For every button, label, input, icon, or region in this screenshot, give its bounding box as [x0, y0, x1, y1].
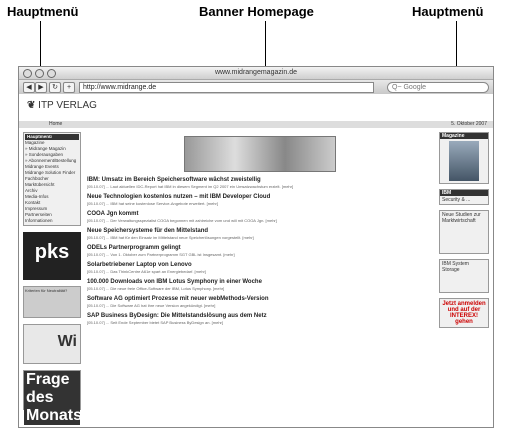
homepage-banner[interactable]	[184, 136, 336, 172]
right-nav-label: Neue Studien zur Marktwirtschaft	[442, 212, 481, 224]
poll-heading: Frage des Monats	[24, 371, 82, 425]
news-teaser: [05.10.07] ... Das ThinkCentre A61e spar…	[87, 269, 206, 274]
main-menu: Hauptmenü Magazine » Midrange Magazin » …	[23, 132, 81, 226]
news-title[interactable]: COOA Jgn kommt	[87, 211, 433, 217]
current-date: 5. Oktober 2007	[451, 121, 487, 127]
news-teaser: [05.10.07] ... Der Verwaltungsspezialist…	[87, 218, 277, 223]
date-bar: Home 5. Oktober 2007	[19, 121, 493, 128]
pks-ad[interactable]: pks	[23, 232, 81, 280]
callout-hauptmenu-left: Hauptmenü	[7, 4, 79, 19]
breadcrumb[interactable]: Home	[49, 121, 62, 127]
add-bookmark-button[interactable]: +	[63, 82, 75, 93]
magazine-box: Magazine	[439, 132, 489, 184]
news-title[interactable]: SAP Business ByDesign: Die Mittelstandsl…	[87, 313, 433, 319]
callout-hauptmenu-right: Hauptmenü	[412, 4, 484, 19]
right-nav-label: IBM System Storage	[442, 261, 469, 273]
window-title: www.midrangemagazin.de	[214, 69, 298, 76]
news-title[interactable]: 100.000 Downloads von IBM Lotus Symphony…	[87, 279, 433, 285]
logo-text: ITP VERLAG	[38, 100, 97, 111]
news-item: ODELs Partnerprogramm gelingt [05.10.07]…	[87, 245, 433, 257]
news-teaser: [05.10.07] ... Seit Ende September biete…	[87, 320, 224, 325]
news-item: Neue Speichersysteme für den Mittelstand…	[87, 228, 433, 240]
title-bar: www.midrangemagazin.de	[19, 67, 493, 80]
right-nav-label: Security & ...	[442, 197, 471, 203]
news-title[interactable]: ODELs Partnerprogramm gelingt	[87, 245, 433, 251]
news-teaser: [05.10.07] ... Laut aktuellen IDC-Report…	[87, 184, 294, 189]
news-item: SAP Business ByDesign: Die Mittelstandsl…	[87, 313, 433, 325]
magazine-cover[interactable]	[449, 141, 479, 181]
nav-item[interactable]: Informationen	[25, 218, 79, 224]
back-button[interactable]: ◀	[23, 82, 35, 93]
main-content: IBM: Umsatz im Bereich Speichersoftware …	[87, 132, 433, 427]
url-field[interactable]: http://www.midrange.de	[79, 82, 374, 93]
news-teaser: [05.10.07] ... IBM hat für den Einsatz i…	[87, 235, 254, 240]
browser-window: www.midrangemagazin.de ◀ ▶ ↻ + http://ww…	[18, 66, 494, 428]
magazine-heading: Magazine	[440, 133, 488, 139]
wi-widget[interactable]: Wi	[23, 324, 81, 364]
left-sidebar: Hauptmenü Magazine » Midrange Magazin » …	[23, 132, 82, 427]
news-teaser: [05.10.07] ... IBM hat seine kostenlose …	[87, 201, 218, 206]
promo-box[interactable]: Kriterien für Neutralität?	[23, 286, 81, 318]
news-item: IBM: Umsatz im Bereich Speichersoftware …	[87, 177, 433, 189]
news-title[interactable]: Neue Technologien kostenlos nutzen – mit…	[87, 194, 433, 200]
callout-banner-homepage: Banner Homepage	[199, 4, 314, 19]
right-sidebar: Magazine IBM Security & ... Neue Studien…	[439, 132, 489, 427]
news-teaser: [05.10.07] ... Von 1. Oktober zum Partne…	[87, 252, 235, 257]
news-item: Software AG optimiert Prozesse mit neuer…	[87, 296, 433, 308]
search-field[interactable]: Q~ Google	[387, 82, 489, 93]
news-item: Solarbetriebener Laptop von Lenovo [05.1…	[87, 262, 433, 274]
right-nav-item[interactable]: IBM System Storage	[439, 259, 489, 293]
reload-button[interactable]: ↻	[49, 82, 61, 93]
site-logo[interactable]: ❦ ITP VERLAG	[27, 100, 97, 111]
news-item: Neue Technologien kostenlos nutzen – mit…	[87, 194, 433, 206]
browser-toolbar: ◀ ▶ ↻ + http://www.midrange.de Q~ Google	[19, 80, 493, 95]
right-nav-item[interactable]: IBM Security & ...	[439, 189, 489, 205]
news-teaser: [05.10.07] ... Die Software AG hat ihre …	[87, 303, 216, 308]
poll-box[interactable]: Frage des Monats	[23, 370, 82, 425]
news-title[interactable]: Solarbetriebener Laptop von Lenovo	[87, 262, 433, 268]
news-title[interactable]: Neue Speichersysteme für den Mittelstand	[87, 228, 433, 234]
right-nav-item[interactable]: Neue Studien zur Marktwirtschaft	[439, 210, 489, 254]
news-item: 100.000 Downloads von IBM Lotus Symphony…	[87, 279, 433, 291]
web-page: ❦ ITP VERLAG Home 5. Oktober 2007 Hauptm…	[19, 94, 493, 427]
news-item: COOA Jgn kommt [05.10.07] ... Der Verwal…	[87, 211, 433, 223]
news-title[interactable]: Software AG optimiert Prozesse mit neuer…	[87, 296, 433, 302]
interex-promo[interactable]: Jetzt anmelden und auf der INTEREX! gehe…	[439, 298, 489, 328]
news-title[interactable]: IBM: Umsatz im Bereich Speichersoftware …	[87, 177, 433, 183]
forward-button[interactable]: ▶	[35, 82, 47, 93]
news-teaser: [05.10.07] ... Die neue freie Office-Sof…	[87, 286, 225, 291]
